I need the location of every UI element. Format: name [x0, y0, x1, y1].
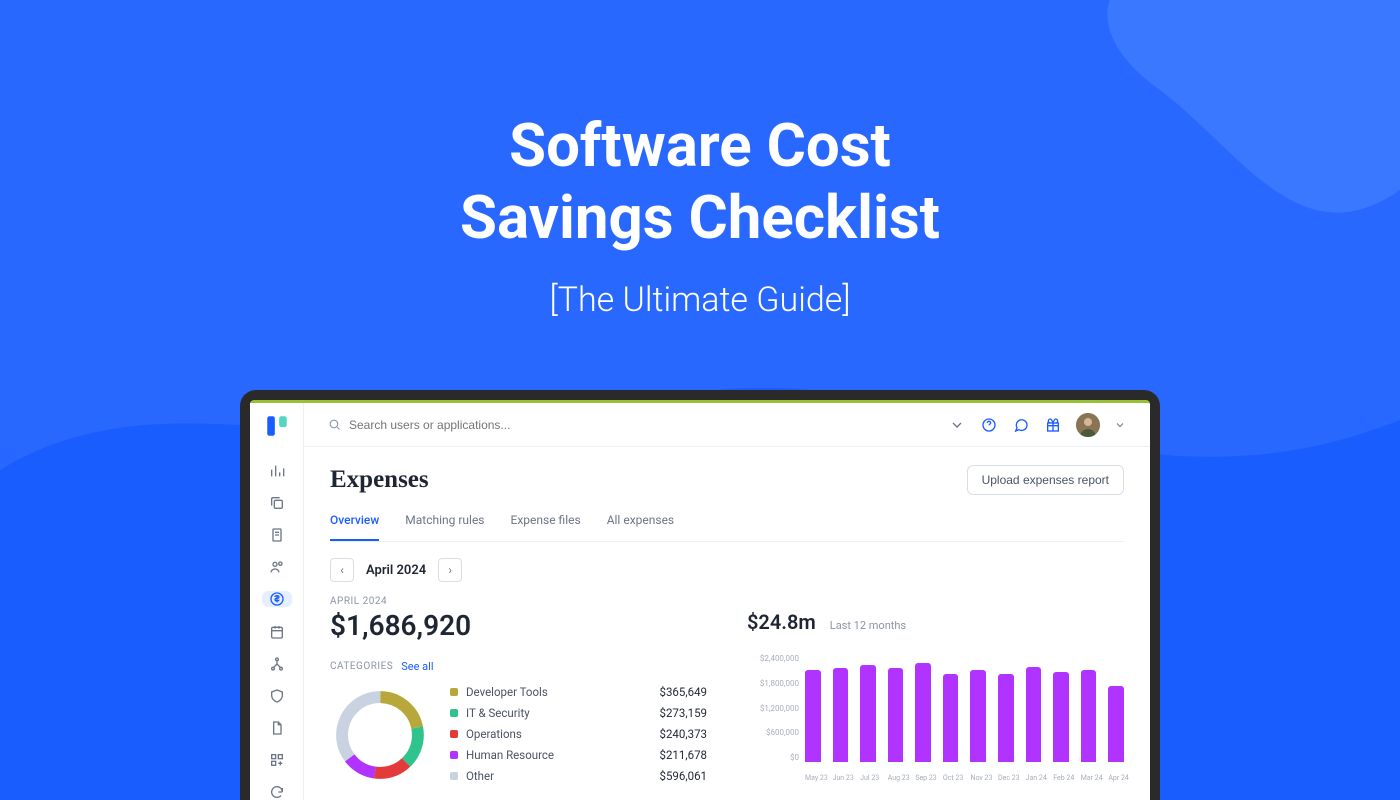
next-month-button[interactable]: ›	[438, 558, 462, 582]
y-tick: $2,400,000	[747, 654, 799, 663]
tab-matching-rules[interactable]: Matching rules	[405, 513, 484, 541]
category-name: Operations	[466, 727, 651, 741]
chart-bar[interactable]	[915, 663, 931, 762]
category-name: Developer Tools	[466, 685, 651, 699]
y-tick: $1,800,000	[747, 679, 799, 688]
chart-bar[interactable]	[1053, 672, 1069, 762]
topbar	[304, 403, 1150, 447]
category-row[interactable]: Human Resource $211,678	[450, 748, 707, 762]
category-color-swatch	[450, 709, 458, 717]
nav-copy-icon[interactable]	[262, 495, 292, 511]
nav-calendar-icon[interactable]	[262, 623, 292, 639]
dropdown-icon[interactable]	[948, 416, 966, 434]
sidebar	[250, 403, 304, 800]
month-total: $1,686,920	[330, 609, 707, 642]
avatar[interactable]	[1076, 413, 1100, 437]
app-logo[interactable]	[264, 413, 290, 439]
period-label: APRIL 2024	[330, 596, 707, 607]
category-value: $273,159	[659, 706, 707, 720]
nav-receipt-icon[interactable]	[262, 527, 292, 543]
chart-bar[interactable]	[888, 668, 904, 762]
hero-title-line1: Software Cost	[509, 110, 891, 181]
category-color-swatch	[450, 730, 458, 738]
x-tick: May 23	[805, 774, 821, 782]
chat-icon[interactable]	[1012, 416, 1030, 434]
category-name: IT & Security	[466, 706, 651, 720]
trend-chart: $2,400,000 $1,800,000 $1,200,000 $600,000 $0…	[747, 654, 1124, 782]
hero: Software Cost Savings Checklist [The Ult…	[0, 0, 1400, 320]
help-icon[interactable]	[980, 416, 998, 434]
y-tick: $1,200,000	[747, 704, 799, 713]
x-tick: Dec 23	[998, 774, 1014, 782]
app-screen: Expenses Upload expenses report Overview…	[250, 400, 1150, 800]
category-value: $596,061	[659, 769, 707, 783]
nav-file-icon[interactable]	[262, 720, 292, 736]
y-tick: $0	[747, 753, 799, 762]
nav-apps-icon[interactable]	[262, 752, 292, 768]
category-color-swatch	[450, 688, 458, 696]
chart-bar[interactable]	[805, 670, 821, 762]
trend-total: $24.8m	[747, 610, 816, 634]
chart-bar[interactable]	[998, 674, 1014, 762]
category-row[interactable]: Other $596,061	[450, 769, 707, 783]
tablet-frame: Expenses Upload expenses report Overview…	[240, 390, 1160, 800]
tab-expense-files[interactable]: Expense files	[511, 513, 581, 541]
category-value: $211,678	[659, 748, 707, 762]
x-tick: Aug 23	[888, 774, 904, 782]
chart-bar[interactable]	[943, 674, 959, 762]
x-tick: Mar 24	[1081, 774, 1097, 782]
chart-bar[interactable]	[970, 670, 986, 762]
tab-overview[interactable]: Overview	[330, 513, 379, 541]
categories-label: CATEGORIES	[330, 661, 393, 672]
tabs: Overview Matching rules Expense files All e…	[330, 513, 1124, 542]
x-tick: Feb 24	[1053, 774, 1069, 782]
x-tick: Sep 23	[915, 774, 931, 782]
x-tick: Jan 24	[1026, 774, 1042, 782]
nav-tree-icon[interactable]	[262, 656, 292, 672]
x-tick: Nov 23	[970, 774, 986, 782]
chart-bar[interactable]	[860, 665, 876, 762]
tab-all-expenses[interactable]: All expenses	[607, 513, 674, 541]
categories-donut	[330, 685, 430, 789]
categories-list: Developer Tools $365,649 IT & Security $…	[450, 685, 707, 789]
chart-bar[interactable]	[1081, 670, 1097, 762]
month-label: April 2024	[366, 563, 426, 578]
x-tick: Jun 23	[833, 774, 849, 782]
hero-title-line2: Savings Checklist	[460, 182, 940, 253]
category-color-swatch	[450, 751, 458, 759]
prev-month-button[interactable]: ‹	[330, 558, 354, 582]
nav-expenses-icon[interactable]	[262, 591, 292, 607]
category-row[interactable]: Operations $240,373	[450, 727, 707, 741]
nav-users-icon[interactable]	[262, 559, 292, 575]
hero-subtitle: [The Ultimate Guide]	[0, 280, 1400, 320]
search[interactable]	[328, 418, 948, 432]
category-color-swatch	[450, 772, 458, 780]
trend-period: Last 12 months	[830, 619, 906, 632]
category-row[interactable]: IT & Security $273,159	[450, 706, 707, 720]
x-tick: Jul 23	[860, 774, 876, 782]
x-tick: Apr 24	[1108, 774, 1124, 782]
nav-shield-icon[interactable]	[262, 688, 292, 704]
page-title: Expenses	[330, 466, 429, 494]
upload-expenses-button[interactable]: Upload expenses report	[967, 465, 1124, 495]
search-icon	[328, 418, 341, 431]
search-input[interactable]	[349, 418, 948, 432]
nav-analytics-icon[interactable]	[262, 463, 292, 479]
category-value: $240,373	[659, 727, 707, 741]
x-tick: Oct 23	[943, 774, 959, 782]
nav-sync-icon[interactable]	[262, 784, 292, 800]
chart-bar[interactable]	[1108, 686, 1124, 763]
category-row[interactable]: Developer Tools $365,649	[450, 685, 707, 699]
y-tick: $600,000	[747, 728, 799, 737]
avatar-caret-icon[interactable]	[1114, 416, 1126, 434]
gift-icon[interactable]	[1044, 416, 1062, 434]
see-all-link[interactable]: See all	[401, 660, 433, 673]
chart-bar[interactable]	[1026, 667, 1042, 762]
category-value: $365,649	[659, 685, 707, 699]
chart-bar[interactable]	[833, 668, 849, 762]
category-name: Human Resource	[466, 748, 651, 762]
category-name: Other	[466, 769, 651, 783]
